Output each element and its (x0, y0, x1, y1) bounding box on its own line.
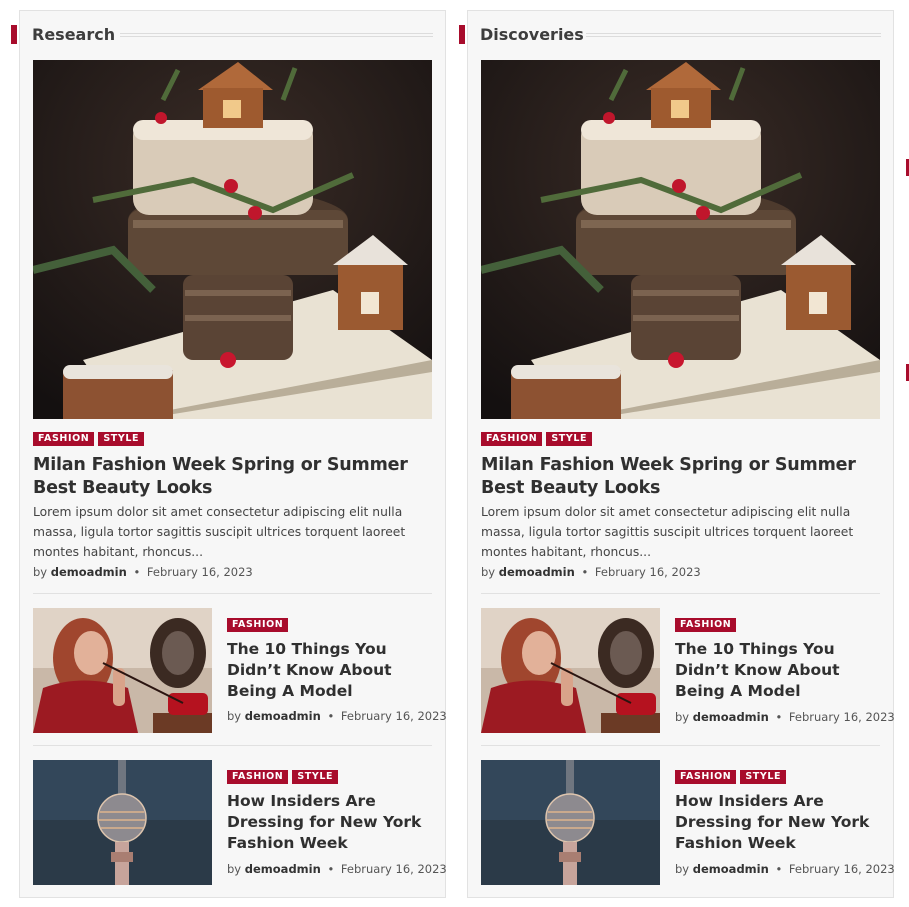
meta-separator: • (327, 709, 335, 723)
meta-separator: • (775, 862, 783, 876)
author-link[interactable]: demoadmin (245, 862, 321, 876)
meta-by: by (481, 565, 496, 579)
section-panel-discoveries: Discoveries FASHION STYLE Milan Fashion … (459, 10, 895, 898)
category-tag-fashion[interactable]: FASHION (675, 618, 737, 632)
post-thumbnail[interactable] (33, 760, 212, 885)
post-date[interactable]: February 16, 2023 (595, 565, 701, 579)
post-meta: by demoadmin • February 16, 2023 (675, 710, 895, 724)
meta-by: by (227, 862, 242, 876)
post-title[interactable]: How Insiders Are Dressing for New York F… (675, 791, 885, 854)
main-post-image[interactable] (33, 60, 432, 419)
meta-separator: • (133, 565, 141, 579)
author-link[interactable]: demoadmin (499, 565, 575, 579)
category-tag-style[interactable]: STYLE (740, 770, 787, 784)
section-title: Research (32, 25, 116, 44)
section-divider-line (120, 33, 433, 37)
category-tags: FASHION STYLE (227, 770, 339, 784)
main-post-image[interactable] (481, 60, 880, 419)
category-tags: FASHION STYLE (33, 432, 145, 446)
post-date[interactable]: February 16, 2023 (789, 710, 895, 724)
main-post-excerpt: Lorem ipsum dolor sit amet consectetur a… (33, 505, 406, 559)
category-tag-fashion[interactable]: FASHION (227, 770, 289, 784)
section-header: Research (11, 25, 433, 45)
post-meta: by demoadmin • February 16, 2023 (675, 862, 895, 876)
meta-by: by (675, 862, 690, 876)
post-date[interactable]: February 16, 2023 (147, 565, 253, 579)
author-link[interactable]: demoadmin (51, 565, 127, 579)
post-thumbnail[interactable] (481, 760, 660, 885)
meta-separator: • (327, 862, 335, 876)
main-post-title[interactable]: Milan Fashion Week Spring or Summer Best… (481, 454, 886, 500)
post-date[interactable]: February 16, 2023 (341, 709, 447, 723)
author-link[interactable]: demoadmin (245, 709, 321, 723)
category-tag-style[interactable]: STYLE (98, 432, 145, 446)
section-accent-bar (11, 25, 17, 44)
category-tag-fashion[interactable]: FASHION (227, 618, 289, 632)
post-title[interactable]: The 10 Things You Didn’t Know About Bein… (675, 639, 885, 702)
post-divider (33, 745, 432, 746)
section-accent-bar (459, 25, 465, 44)
category-tags: FASHION (675, 618, 737, 632)
main-post-excerpt: Lorem ipsum dolor sit amet consectetur a… (481, 505, 854, 559)
post-thumbnail[interactable] (33, 608, 212, 733)
category-tag-style[interactable]: STYLE (546, 432, 593, 446)
section-title: Discoveries (480, 25, 584, 44)
post-divider (481, 745, 880, 746)
category-tag-fashion[interactable]: FASHION (675, 770, 737, 784)
post-title[interactable]: The 10 Things You Didn’t Know About Bein… (227, 639, 437, 702)
meta-by: by (675, 710, 690, 724)
section-panel-research: Research FASHION STYLE Milan Fashion Wee… (11, 10, 447, 898)
post-meta: by demoadmin • February 16, 2023 (481, 565, 701, 579)
meta-separator: • (581, 565, 589, 579)
category-tags: FASHION (227, 618, 289, 632)
section-divider-line (586, 33, 881, 37)
post-meta: by demoadmin • February 16, 2023 (33, 565, 253, 579)
author-link[interactable]: demoadmin (693, 862, 769, 876)
post-date[interactable]: February 16, 2023 (341, 862, 447, 876)
post-divider (33, 593, 432, 594)
category-tags: FASHION STYLE (675, 770, 787, 784)
category-tags: FASHION STYLE (481, 432, 593, 446)
author-link[interactable]: demoadmin (693, 710, 769, 724)
category-tag-fashion[interactable]: FASHION (33, 432, 95, 446)
category-tag-fashion[interactable]: FASHION (481, 432, 543, 446)
section-header: Discoveries (459, 25, 881, 45)
post-meta: by demoadmin • February 16, 2023 (227, 709, 447, 723)
meta-separator: • (775, 710, 783, 724)
post-date[interactable]: February 16, 2023 (789, 862, 895, 876)
post-thumbnail[interactable] (481, 608, 660, 733)
category-tag-style[interactable]: STYLE (292, 770, 339, 784)
post-divider (481, 593, 880, 594)
meta-by: by (33, 565, 48, 579)
post-title[interactable]: How Insiders Are Dressing for New York F… (227, 791, 437, 854)
main-post-title[interactable]: Milan Fashion Week Spring or Summer Best… (33, 454, 438, 500)
post-meta: by demoadmin • February 16, 2023 (227, 862, 447, 876)
meta-by: by (227, 709, 242, 723)
